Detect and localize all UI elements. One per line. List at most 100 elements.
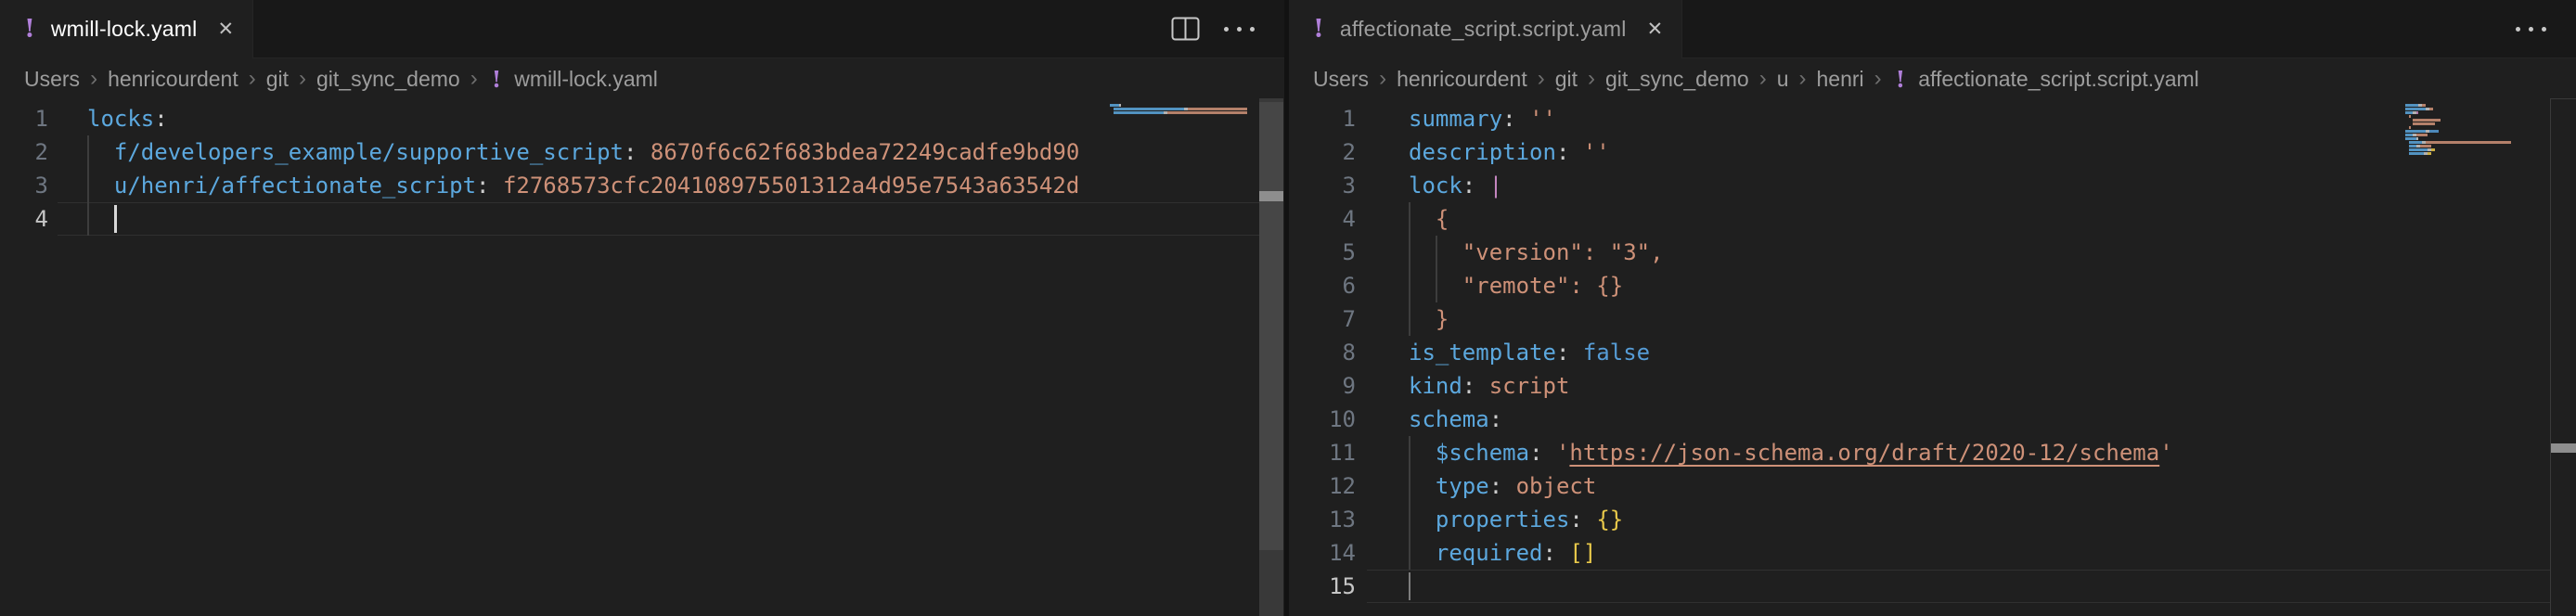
code-line: kind: script: [1409, 369, 2402, 403]
code-token: ': [2159, 440, 2172, 466]
split-editor-icon[interactable]: [1171, 17, 1200, 41]
vertical-scrollbar[interactable]: [2550, 98, 2576, 616]
breadcrumb-file[interactable]: affectionate_script.script.yaml: [1918, 67, 2199, 92]
code-line: "remote": {}: [1409, 269, 2402, 302]
minimap-line: [1110, 108, 1259, 110]
line-number: 9: [1289, 369, 1356, 403]
breadcrumb-right[interactable]: Users›henricourdent›git›git_sync_demo›u›…: [1289, 58, 2576, 99]
code-token: object: [1516, 473, 1597, 499]
line-number: 8: [1289, 336, 1356, 369]
overview-ruler-cursor-decoration: [1259, 191, 1283, 201]
breadcrumb-item[interactable]: henricourdent: [1397, 67, 1527, 92]
tab-bar-left: ! wmill-lock.yaml ✕: [0, 0, 1284, 58]
minimap-line: [2405, 134, 2541, 136]
overview-ruler-cursor-decoration: [2551, 443, 2576, 453]
code-token: :: [624, 139, 650, 165]
minimap-line: [2405, 145, 2541, 148]
line-number: 1: [1289, 102, 1356, 135]
vertical-scrollbar[interactable]: [1259, 98, 1283, 616]
code-token: :: [154, 106, 167, 132]
code-token: :: [1462, 173, 1489, 199]
tab-wmill-lock[interactable]: ! wmill-lock.yaml ✕: [0, 0, 253, 58]
breadcrumb-separator-icon: ›: [1864, 66, 1892, 92]
tab-affectionate-script[interactable]: ! affectionate_script.script.yaml ✕: [1289, 0, 1682, 58]
yaml-file-icon: !: [24, 17, 35, 42]
breadcrumb-left[interactable]: Users›henricourdent›git›git_sync_demo›!w…: [0, 58, 1284, 99]
code-token: :: [1529, 440, 1556, 466]
editor-group-left: ! wmill-lock.yaml ✕ Users›henricourdent›…: [0, 0, 1284, 616]
code-line: {: [1409, 202, 2402, 236]
code-token: []: [1569, 540, 1596, 566]
code-line: properties: {}: [1409, 503, 2402, 536]
code-token: :: [1569, 507, 1596, 533]
code-token: [1409, 440, 1436, 466]
code-line: f/developers_example/supportive_script: …: [87, 135, 1108, 169]
breadcrumb-item[interactable]: Users: [1313, 67, 1369, 92]
breadcrumb-item[interactable]: henricourdent: [108, 67, 238, 92]
tab-bar-right: ! affectionate_script.script.yaml ✕: [1289, 0, 2576, 58]
minimap-line: [2405, 126, 2541, 129]
tab-label: wmill-lock.yaml: [51, 17, 198, 42]
tab-label: affectionate_script.script.yaml: [1340, 17, 1627, 42]
line-number: 14: [1289, 536, 1356, 570]
breadcrumb-separator-icon: ›: [1369, 66, 1397, 92]
minimap-line: [2405, 130, 2541, 133]
breadcrumb-separator-icon: ›: [1749, 66, 1777, 92]
breadcrumb-file[interactable]: wmill-lock.yaml: [514, 67, 658, 92]
close-icon[interactable]: ✕: [1647, 19, 1664, 39]
minimap-line: [2405, 108, 2541, 110]
minimap-line: [2405, 111, 2541, 114]
code-token: script: [1489, 373, 1570, 399]
code-token: properties: [1436, 507, 1570, 533]
code-token: type: [1436, 473, 1489, 499]
line-number: 1: [0, 102, 48, 135]
code-token: kind: [1409, 373, 1462, 399]
code-line: type: object: [1409, 469, 2402, 503]
close-icon[interactable]: ✕: [217, 19, 234, 39]
breadcrumb-item[interactable]: henri: [1817, 67, 1864, 92]
breadcrumb-item[interactable]: git: [266, 67, 289, 92]
minimap-line: [2405, 104, 2541, 107]
line-number: 15: [1289, 570, 1356, 603]
breadcrumb-item[interactable]: git: [1555, 67, 1578, 92]
code-token: :: [476, 173, 503, 199]
minimap-line: [2405, 122, 2541, 125]
minimap-line: [2405, 156, 2541, 159]
code-token: :: [1489, 473, 1516, 499]
code-token: [87, 139, 114, 165]
more-actions-icon[interactable]: [1224, 27, 1255, 32]
vscode-editor-window: ! wmill-lock.yaml ✕ Users›henricourdent›…: [0, 0, 2576, 616]
indent-guide-active: [1409, 572, 1410, 600]
code-token: required: [1436, 540, 1543, 566]
line-number: 11: [1289, 436, 1356, 469]
code-token: f/developers_example/supportive_script: [114, 139, 624, 165]
code-token: "remote": {}: [1462, 273, 1623, 299]
editor-group-right: ! affectionate_script.script.yaml ✕ User…: [1289, 0, 2576, 616]
code-token: {}: [1596, 507, 1623, 533]
code-line: "version": "3",: [1409, 236, 2402, 269]
code-token: [1409, 473, 1436, 499]
breadcrumb-item[interactable]: git_sync_demo: [1605, 67, 1749, 92]
line-number: 3: [0, 169, 48, 202]
breadcrumb-item[interactable]: u: [1777, 67, 1789, 92]
breadcrumb-separator-icon: ›: [238, 66, 266, 92]
code-line: u/henri/affectionate_script: f2768573cfc…: [87, 169, 1108, 202]
code-line: }: [1409, 302, 2402, 336]
scrollbar-slider[interactable]: [1259, 102, 1283, 550]
code-token: lock: [1409, 173, 1462, 199]
breadcrumb-item[interactable]: git_sync_demo: [316, 67, 460, 92]
breadcrumb-separator-icon: ›: [1527, 66, 1555, 92]
code-line: schema:: [1409, 403, 2402, 436]
line-number: 5: [1289, 236, 1356, 269]
editor-left[interactable]: 1locks:2 f/developers_example/supportive…: [0, 98, 1284, 616]
code-token: [1409, 507, 1436, 533]
line-number: 4: [0, 202, 48, 236]
code-token: '': [1583, 139, 1610, 165]
code-token: summary: [1409, 106, 1502, 132]
code-token: 8670f6c62f683bdea72249cadfe9bd90: [650, 139, 1079, 165]
code-line: [1409, 570, 2402, 603]
editor-right[interactable]: 1summary: ''2description: ''3lock: |4 {5…: [1289, 98, 2576, 616]
more-actions-icon[interactable]: [2516, 27, 2546, 32]
code-token: }: [1436, 306, 1449, 332]
breadcrumb-item[interactable]: Users: [24, 67, 80, 92]
